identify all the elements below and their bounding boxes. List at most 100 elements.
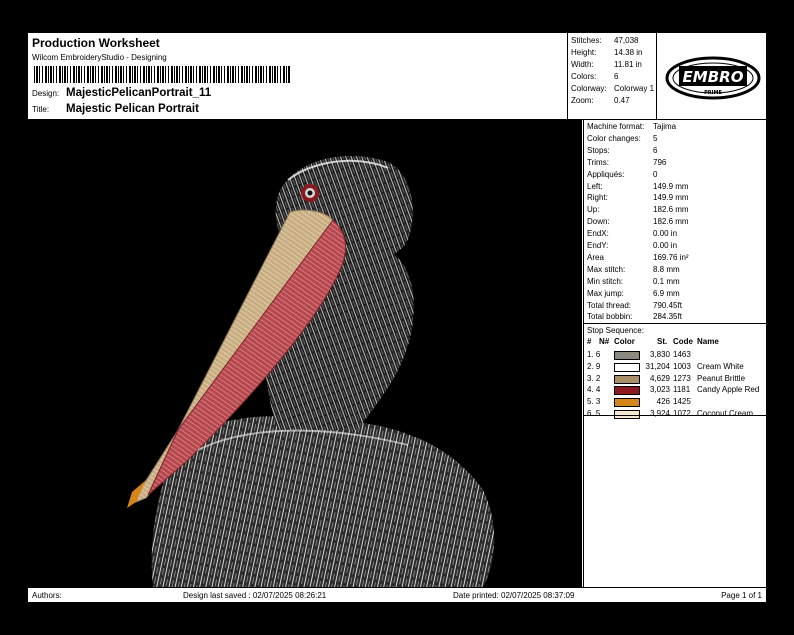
machine-row: Stops: 6	[587, 146, 657, 155]
color-swatch	[614, 351, 640, 360]
stitch-count: 3,830	[649, 350, 670, 359]
machine-label: Total bobbin:	[587, 312, 633, 322]
machine-value: 0.00 in	[653, 241, 678, 250]
divider	[584, 323, 767, 324]
machine-label: Color changes:	[587, 133, 641, 143]
stop-index: 6. 5	[587, 409, 601, 418]
embro-prime-logo: EMBRO PRIME	[656, 33, 767, 119]
machine-label: Right:	[587, 193, 608, 203]
machine-row: Appliqués: 0	[587, 170, 657, 179]
machine-value: 169.76 in²	[653, 252, 689, 262]
machine-row: Right: 149.9 mm	[587, 193, 689, 202]
color-swatch	[614, 362, 640, 372]
machine-value: 8.8 mm	[653, 264, 680, 274]
machine-label: Up:	[587, 205, 600, 215]
logo-graphic: EMBRO PRIME	[665, 56, 761, 100]
right-panel: Machine format: Tajima Color changes: 5 Stop…	[583, 120, 767, 587]
stat-value: 11.81 in	[614, 60, 642, 69]
stop-row: 5. 3 426 1425	[587, 397, 765, 408]
pelican-artwork	[127, 155, 495, 587]
machine-value: 284.35ft	[653, 312, 682, 322]
machine-value: 0	[653, 169, 658, 179]
col-name: Name	[697, 337, 719, 346]
col-n: N#	[599, 337, 610, 346]
machine-row: Total thread: 790.45ft	[587, 301, 682, 310]
stat-label: Width:	[571, 60, 594, 69]
machine-value: 6	[653, 145, 658, 155]
stat-row: Height: 14.38 in	[571, 48, 642, 57]
stat-value: 47,038	[614, 36, 639, 45]
thread-code: 1003	[673, 361, 691, 371]
stop-index: 5. 3	[587, 397, 601, 407]
machine-row: EndY: 0.00 in	[587, 241, 677, 250]
color-swatch	[614, 386, 640, 396]
machine-value: 149.9 mm	[653, 193, 689, 203]
thread-name: Candy Apple Red	[697, 385, 760, 395]
machine-label: Total thread:	[587, 300, 632, 310]
machine-label: Left:	[587, 181, 603, 191]
machine-row: Trims: 796	[587, 158, 666, 167]
thread-code: 1463	[673, 350, 691, 359]
thread-code: 1181	[673, 385, 691, 395]
stat-label: Zoom:	[571, 96, 594, 105]
thread-code: 1425	[673, 397, 691, 407]
machine-row: EndX: 0.00 in	[587, 229, 677, 238]
stitch-count: 3,924	[649, 409, 670, 418]
stat-value: 6	[614, 72, 619, 81]
stat-value: 0.47	[614, 96, 630, 105]
stop-row: 2. 9 31,204 1003 Cream White	[587, 362, 765, 373]
thread-code: 1072	[673, 409, 691, 418]
col-num: #	[587, 337, 592, 346]
machine-row: Left: 149.9 mm	[587, 182, 689, 191]
stitch-count: 3,023	[649, 385, 670, 395]
machine-row: Min stitch: 0.1 mm	[587, 277, 680, 286]
machine-row: Down: 182.6 mm	[587, 217, 689, 226]
barcode	[34, 66, 290, 83]
stop-index: 4. 4	[587, 385, 601, 395]
stop-index: 3. 2	[587, 373, 601, 383]
machine-label: Min stitch:	[587, 276, 624, 286]
design-title: Majestic Pelican Portrait	[66, 103, 199, 115]
machine-label: EndX:	[587, 229, 609, 239]
last-saved: Design last saved : 02/07/2025 08:26:21	[183, 591, 327, 600]
machine-label: Down:	[587, 217, 610, 227]
machine-row: Machine format: Tajima	[587, 122, 676, 131]
machine-row: Up: 182.6 mm	[587, 205, 689, 214]
pupil	[307, 190, 313, 196]
machine-row: Color changes: 5	[587, 134, 657, 143]
stop-row: 1. 6 3,830 1463	[587, 350, 765, 361]
stop-sequence-header: # N# Color St. Code Name	[587, 337, 762, 348]
stat-label: Colors:	[571, 72, 597, 81]
design-stats: Stitches: 47,038 Height: 14.38 in Width: 11.8…	[568, 33, 656, 119]
stop-row: 4. 4 3,023 1181 Candy Apple Red	[587, 385, 765, 396]
thread-name: Coconut Cream	[697, 409, 754, 418]
machine-label: Appliqués:	[587, 169, 625, 179]
stat-value: 14.38 in	[614, 48, 643, 57]
stat-row: Width: 11.81 in	[571, 60, 642, 69]
divider	[584, 415, 767, 416]
worksheet-footer: Authors: Design last saved : 02/07/2025 …	[28, 587, 766, 603]
machine-value: 149.9 mm	[653, 181, 689, 191]
machine-label: Stops:	[587, 145, 610, 155]
col-code: Code	[673, 337, 693, 346]
machine-value: 182.6 mm	[653, 205, 689, 215]
stop-sequence-title: Stop Sequence:	[587, 326, 644, 335]
col-color: Color	[614, 337, 635, 346]
stop-index: 2. 9	[587, 361, 601, 371]
color-swatch	[614, 374, 640, 384]
design-name: MajesticPelicanPortrait_11	[66, 87, 212, 99]
machine-value: Tajima	[653, 122, 677, 131]
col-st: St.	[657, 337, 668, 346]
machine-row: Total bobbin: 284.35ft	[587, 312, 682, 321]
date-printed: Date printed: 02/07/2025 08:37:09	[453, 591, 575, 600]
design-preview	[28, 120, 582, 587]
stat-value: Colorway 1	[614, 84, 655, 93]
machine-label: Machine format:	[587, 122, 645, 131]
stat-row: Colors: 6	[571, 72, 618, 81]
machine-label: EndY:	[587, 241, 609, 250]
stop-index: 1. 6	[587, 350, 601, 359]
stat-row: Zoom: 0.47	[571, 96, 630, 105]
machine-value: 6.9 mm	[653, 288, 680, 298]
thread-name: Cream White	[697, 361, 744, 371]
logo-text: EMBRO	[683, 68, 744, 86]
